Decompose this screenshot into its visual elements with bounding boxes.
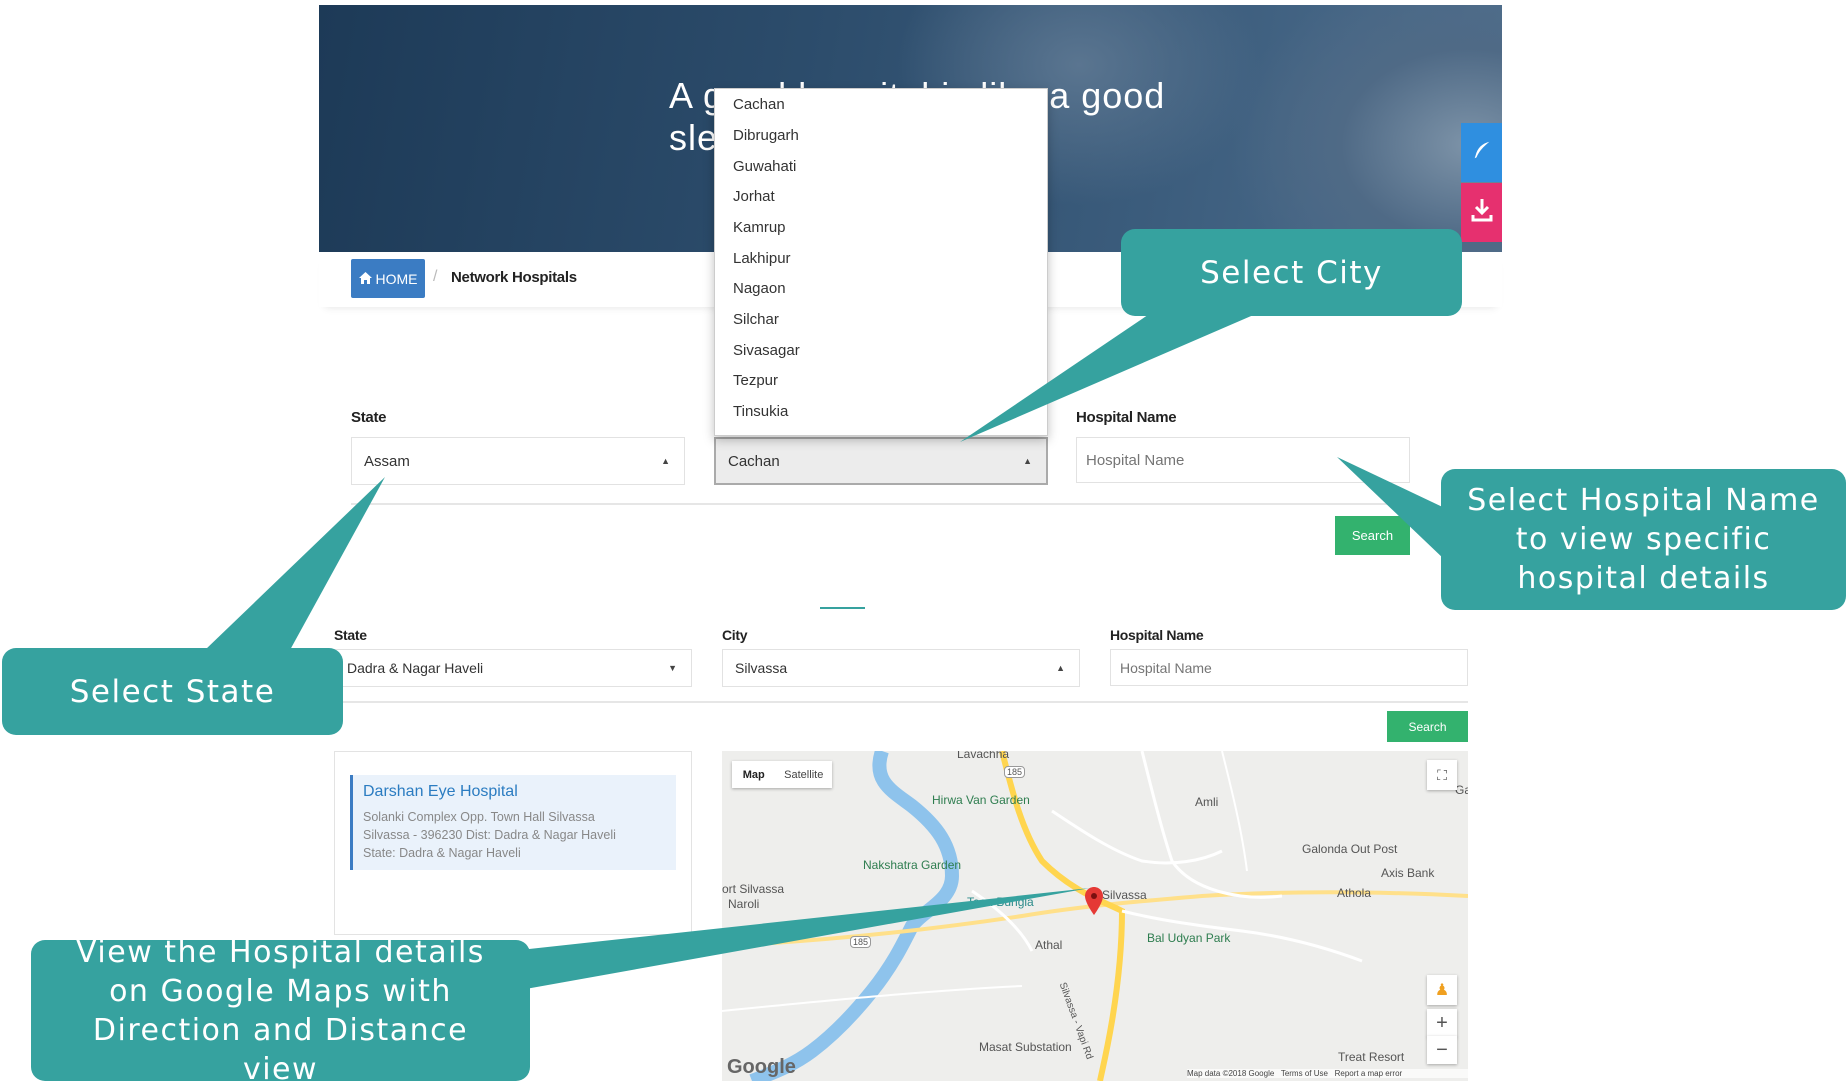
callout-select-hospital: Select Hospital Name to view specific ho… [1441, 469, 1846, 610]
callout-view-map: View the Hospital details on Google Maps… [31, 935, 530, 1087]
callout-select-state: Select State [2, 648, 343, 735]
callout-select-city: Select City [1121, 229, 1462, 316]
